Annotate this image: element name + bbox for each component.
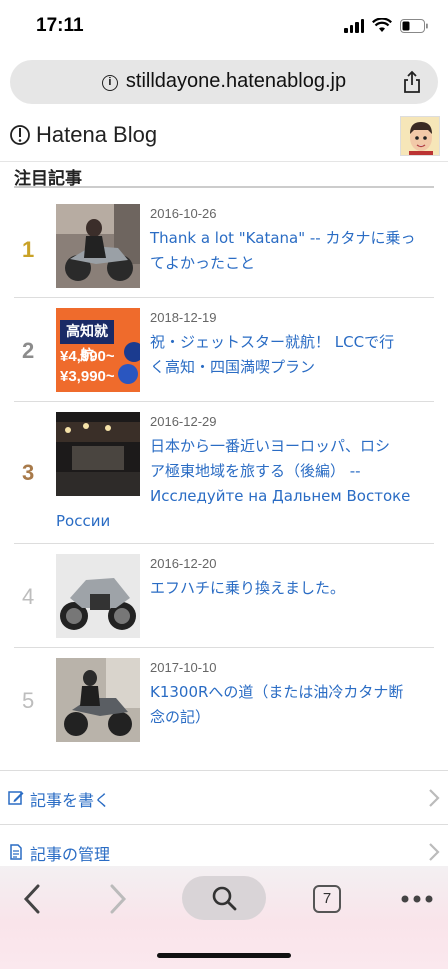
article-rank: 4: [22, 584, 35, 609]
thumb-price-1: ¥4,990~: [60, 348, 115, 365]
tabs-button[interactable]: 7: [313, 885, 341, 913]
forward-icon[interactable]: [108, 882, 128, 916]
chevron-right-icon: [429, 843, 440, 861]
title-line: く高知・四国満喫プラン: [150, 358, 316, 376]
write-article-label: 記事を書く: [30, 791, 111, 810]
user-avatar[interactable]: [400, 116, 440, 156]
section-divider: [14, 186, 434, 188]
article-title-link[interactable]: 日本から一番近いヨーロッパ、ロシ ア極東地域を旅する（後編） -- Исслед…: [150, 434, 410, 509]
article-item-3[interactable]: 3 2016-12-29 日本から一番近いヨーロッパ、ロシ ア極東地域を旅する（…: [14, 402, 434, 544]
search-icon: [212, 886, 237, 911]
article-item-4[interactable]: 4 2016-12-20 エフハチに乗り換えました。: [14, 544, 434, 648]
title-line: K1300Rへの道（または油冷カタナ断: [150, 683, 404, 701]
wifi-icon: [372, 18, 392, 32]
thumb-headline: 高知就航: [60, 320, 114, 364]
site-info-icon[interactable]: i: [101, 75, 118, 91]
article-thumbnail[interactable]: [56, 204, 140, 288]
title-line: Исследуйте на Дальнем Востоке: [150, 487, 411, 505]
title-line: 祝・ジェットスター就航！ LCCで行: [150, 333, 395, 351]
title-line: России: [56, 512, 111, 530]
article-item-1[interactable]: 1 2016-10-26 Thank a lot "Katana" -- カタナ…: [14, 194, 434, 298]
title-line: てよかったこと: [150, 254, 256, 272]
article-rank: 3: [22, 460, 35, 485]
document-icon: [10, 844, 22, 860]
article-thumbnail[interactable]: 高知就航 ¥4,990~ ¥3,990~: [56, 308, 140, 392]
title-line: エフハチに乗り換えました。: [150, 579, 346, 597]
title-line: 日本から一番近いヨーロッパ、ロシ: [150, 437, 391, 455]
status-icons: [344, 18, 428, 33]
home-indicator[interactable]: [157, 953, 291, 958]
motorcycle-rider-image: [56, 204, 140, 288]
manage-articles-label: 記事の管理: [30, 845, 111, 864]
status-time: 17:11: [36, 15, 84, 36]
status-bar: 17:11: [0, 0, 448, 54]
article-thumbnail[interactable]: [56, 554, 140, 638]
url-text: stilldayone.hatenablog.jp: [125, 70, 347, 92]
search-button[interactable]: [182, 876, 266, 920]
thumb-price-2: ¥3,990~: [60, 368, 115, 385]
more-options-icon[interactable]: [400, 894, 434, 904]
hatena-blog-logo[interactable]: Hatena Blog: [10, 122, 157, 148]
article-date: 2016-10-26: [150, 206, 217, 221]
wave-pattern-image: [114, 308, 140, 392]
address-bar[interactable]: i stilldayone.hatenablog.jp: [10, 60, 438, 104]
motorcycle-image: [56, 554, 140, 638]
logo-text: Hatena Blog: [36, 122, 158, 147]
article-date: 2017-10-10: [150, 660, 217, 675]
night-street-image: [56, 412, 140, 496]
hatena-header: Hatena Blog: [0, 110, 448, 162]
article-date: 2016-12-29: [150, 414, 217, 429]
article-title-link[interactable]: K1300Rへの道（または油冷カタナ断 念の記）: [150, 680, 403, 730]
hatena-logo-icon: [10, 125, 30, 145]
edit-icon: [8, 791, 24, 805]
cellular-signal-icon: [344, 18, 364, 33]
battery-icon: [400, 18, 428, 33]
article-item-5[interactable]: 5 2017-10-10 K1300Rへの道（または油冷カタナ断 念の記）: [14, 648, 434, 752]
title-line: 念の記）: [150, 708, 211, 726]
article-title-link[interactable]: エフハチに乗り換えました。: [150, 576, 345, 601]
article-rank: 2: [22, 338, 35, 363]
chevron-right-icon: [429, 789, 440, 807]
article-thumbnail[interactable]: [56, 412, 140, 496]
article-rank: 1: [22, 237, 35, 262]
article-date: 2018-12-19: [150, 310, 217, 325]
avatar-face-icon: [401, 117, 439, 155]
article-thumbnail[interactable]: [56, 658, 140, 742]
share-icon[interactable]: [402, 70, 422, 94]
article-title-link[interactable]: 祝・ジェットスター就航！ LCCで行 く高知・四国満喫プラン: [150, 330, 394, 380]
url-display[interactable]: i stilldayone.hatenablog.jp: [10, 70, 438, 93]
article-item-2[interactable]: 2 高知就航 ¥4,990~ ¥3,990~ 2018-12-19 祝・ジェット…: [14, 298, 434, 402]
back-icon[interactable]: [22, 882, 42, 916]
article-date: 2016-12-20: [150, 556, 217, 571]
article-title-overflow[interactable]: России: [56, 509, 110, 534]
title-line: ア極東地域を旅する（後編） --: [150, 462, 361, 480]
rider-with-motorcycle-image: [56, 658, 140, 742]
article-rank: 5: [22, 688, 35, 713]
article-title-link[interactable]: Thank a lot "Katana" -- カタナに乗っ てよかったこと: [150, 226, 415, 276]
title-line: Thank a lot "Katana" -- カタナに乗っ: [150, 229, 416, 247]
write-article-row[interactable]: 記事を書く: [0, 770, 448, 824]
